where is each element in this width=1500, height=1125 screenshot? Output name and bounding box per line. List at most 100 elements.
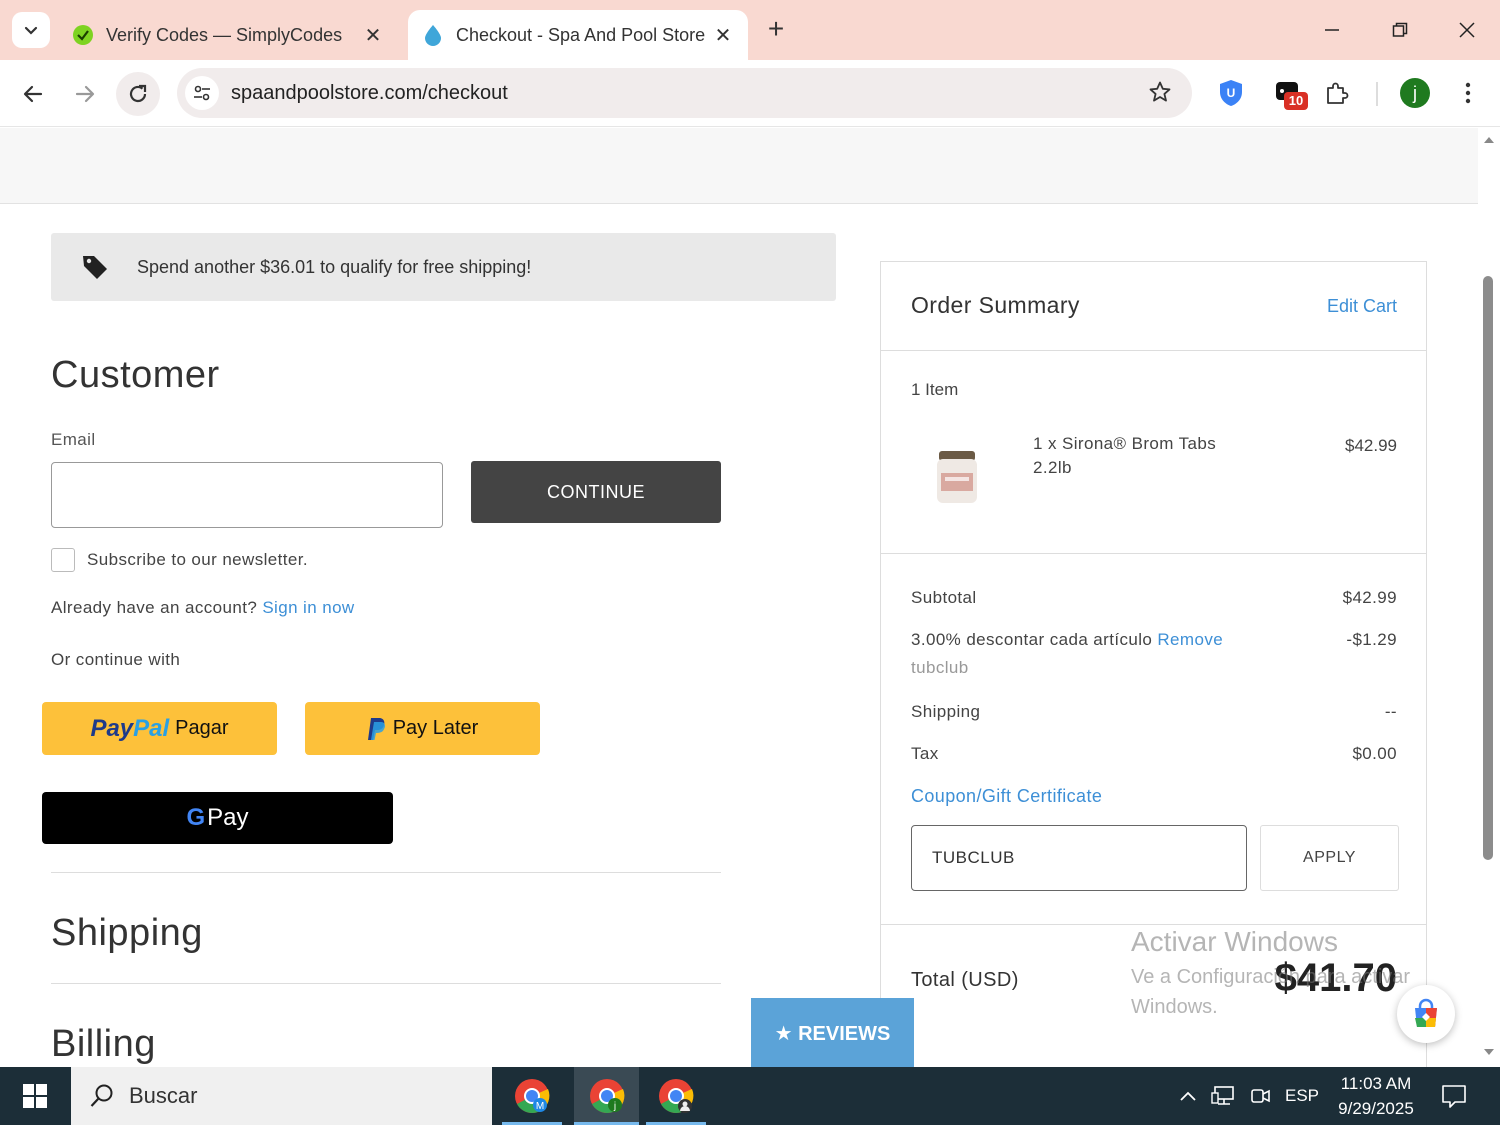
coupon-input[interactable] — [911, 825, 1247, 891]
newsletter-checkbox[interactable] — [51, 548, 75, 572]
svg-text:j: j — [612, 1101, 615, 1112]
windows-logo-icon — [23, 1084, 47, 1108]
extensions-puzzle-icon[interactable] — [1320, 76, 1354, 110]
taskbar-chrome-profile-other[interactable] — [646, 1067, 706, 1125]
notification-icon — [1442, 1085, 1466, 1108]
show-hidden-icons-button[interactable] — [1174, 1067, 1202, 1125]
notification-center-button[interactable] — [1434, 1067, 1474, 1125]
extension-badge: 10 — [1284, 92, 1308, 110]
chrome-icon: M — [515, 1079, 550, 1113]
email-field[interactable] — [51, 462, 443, 528]
tab-title: Checkout - Spa And Pool Store — [456, 24, 706, 45]
tab-search-button[interactable] — [12, 12, 50, 48]
reload-button[interactable] — [116, 72, 160, 116]
browser-menu-button[interactable] — [1451, 76, 1485, 110]
continue-button[interactable]: CONTINUE — [471, 461, 721, 523]
gpay-label: Pay — [207, 804, 249, 831]
google-g-icon: G — [186, 804, 206, 831]
restore-button[interactable] — [1380, 12, 1420, 48]
search-label: Buscar — [129, 1083, 198, 1108]
account-prompt: Already have an account? — [51, 598, 258, 617]
tab-title: Verify Codes — SimplyCodes — [106, 24, 343, 45]
pay-later-label: Pay Later — [392, 717, 479, 739]
toolbar-separator — [1376, 82, 1378, 106]
extension-with-badge-icon[interactable]: 10 — [1270, 76, 1308, 110]
network-icon[interactable] — [1208, 1067, 1240, 1125]
search-icon — [90, 1084, 113, 1107]
bookmark-star-icon[interactable] — [1148, 80, 1172, 109]
minimize-button[interactable] — [1312, 12, 1352, 48]
summary-divider — [881, 350, 1426, 351]
price-tag-icon — [83, 256, 107, 279]
shopping-bag-widget[interactable] — [1397, 985, 1455, 1043]
tab-checkout[interactable]: Checkout - Spa And Pool Store ✕ — [408, 10, 748, 60]
page-scrollbar[interactable] — [1478, 128, 1500, 1067]
close-window-button[interactable] — [1447, 12, 1487, 48]
shipping-row: Shipping -- — [911, 702, 1397, 722]
arrow-right-icon — [75, 85, 95, 103]
scroll-up-arrow-icon[interactable] — [1483, 136, 1495, 144]
summary-divider — [881, 553, 1426, 554]
profile-avatar[interactable]: j — [1398, 76, 1432, 110]
forward-button[interactable] — [63, 72, 107, 116]
new-tab-button[interactable]: + — [762, 15, 790, 44]
svg-text:U: U — [1227, 86, 1236, 100]
tax-label: Tax — [911, 744, 939, 763]
pay-later-button[interactable]: Pay Later — [305, 702, 540, 755]
paypal-logo: PayPal — [90, 714, 170, 742]
windows-taskbar: Buscar M j ESP 11:03 AM 9/29/2025 — [0, 1067, 1500, 1125]
water-drop-icon — [422, 24, 444, 46]
meet-now-icon[interactable] — [1246, 1067, 1274, 1125]
minimize-icon — [1325, 29, 1339, 31]
close-icon[interactable]: ✕ — [712, 24, 734, 47]
discount-code: tubclub — [911, 658, 969, 677]
site-info-icon[interactable] — [185, 76, 219, 110]
paypal-button[interactable]: PayPal Pagar — [42, 702, 277, 755]
section-divider — [51, 872, 721, 873]
taskbar-search[interactable]: Buscar — [71, 1067, 492, 1125]
reload-icon — [129, 84, 147, 103]
subtotal-label: Subtotal — [911, 588, 977, 607]
svg-text:M: M — [536, 1101, 544, 1112]
coupon-link[interactable]: Coupon/Gift Certificate — [911, 786, 1102, 807]
browser-tab-bar: Verify Codes — SimplyCodes ✕ Checkout - … — [0, 0, 1500, 60]
subtotal-row: Subtotal $42.99 — [911, 588, 1397, 608]
taskbar-chrome-profile-j[interactable]: j — [574, 1067, 639, 1125]
product-price: $42.99 — [1345, 436, 1397, 455]
tax-row: Tax $0.00 — [911, 744, 1397, 764]
page-viewport: Spend another $36.01 to qualify for free… — [0, 128, 1500, 1067]
taskbar-chrome-profile-m[interactable]: M — [502, 1067, 562, 1125]
edit-cart-link[interactable]: Edit Cart — [1327, 296, 1397, 317]
start-button[interactable] — [0, 1067, 70, 1125]
scrollbar-thumb[interactable] — [1483, 276, 1493, 860]
shield-extension-icon[interactable]: U — [1214, 76, 1248, 110]
address-bar[interactable]: spaandpoolstore.com/checkout — [177, 68, 1192, 118]
order-summary-panel: Order Summary Edit Cart 1 Item 1 x Siron… — [880, 261, 1427, 1067]
discount-row: 3.00% descontar cada artículo Remove -$1… — [911, 630, 1397, 650]
subtotal-value: $42.99 — [1342, 588, 1397, 607]
paypal-p-icon — [367, 717, 385, 740]
summary-divider — [881, 924, 1426, 925]
product-image — [937, 451, 977, 503]
google-pay-button[interactable]: G Pay — [42, 792, 393, 844]
product-name: 1 x Sirona® Brom Tabs 2.2lb — [1033, 434, 1217, 477]
taskbar-clock[interactable]: 11:03 AM 9/29/2025 — [1330, 1071, 1422, 1121]
more-vertical-icon — [1465, 82, 1471, 104]
tax-value: $0.00 — [1352, 744, 1397, 763]
scroll-down-arrow-icon[interactable] — [1483, 1048, 1495, 1056]
newsletter-option[interactable]: Subscribe to our newsletter. — [51, 548, 308, 572]
banner-text: Spend another $36.01 to qualify for free… — [137, 256, 532, 277]
chrome-icon — [659, 1079, 694, 1113]
item-count: 1 Item — [911, 380, 959, 399]
close-icon[interactable]: ✕ — [362, 24, 384, 47]
apply-coupon-button[interactable]: APPLY — [1260, 825, 1399, 891]
reviews-tab[interactable]: ★ REVIEWS — [751, 998, 914, 1067]
url-text[interactable]: spaandpoolstore.com/checkout — [231, 82, 508, 105]
remove-discount-link[interactable]: Remove — [1157, 630, 1223, 649]
language-indicator[interactable]: ESP — [1282, 1067, 1322, 1125]
arrow-left-icon — [23, 85, 43, 103]
sign-in-link[interactable]: Sign in now — [262, 598, 354, 617]
back-button[interactable] — [11, 72, 55, 116]
chevron-up-icon — [1180, 1091, 1196, 1101]
tab-verify-codes[interactable]: Verify Codes — SimplyCodes ✕ — [58, 10, 398, 60]
